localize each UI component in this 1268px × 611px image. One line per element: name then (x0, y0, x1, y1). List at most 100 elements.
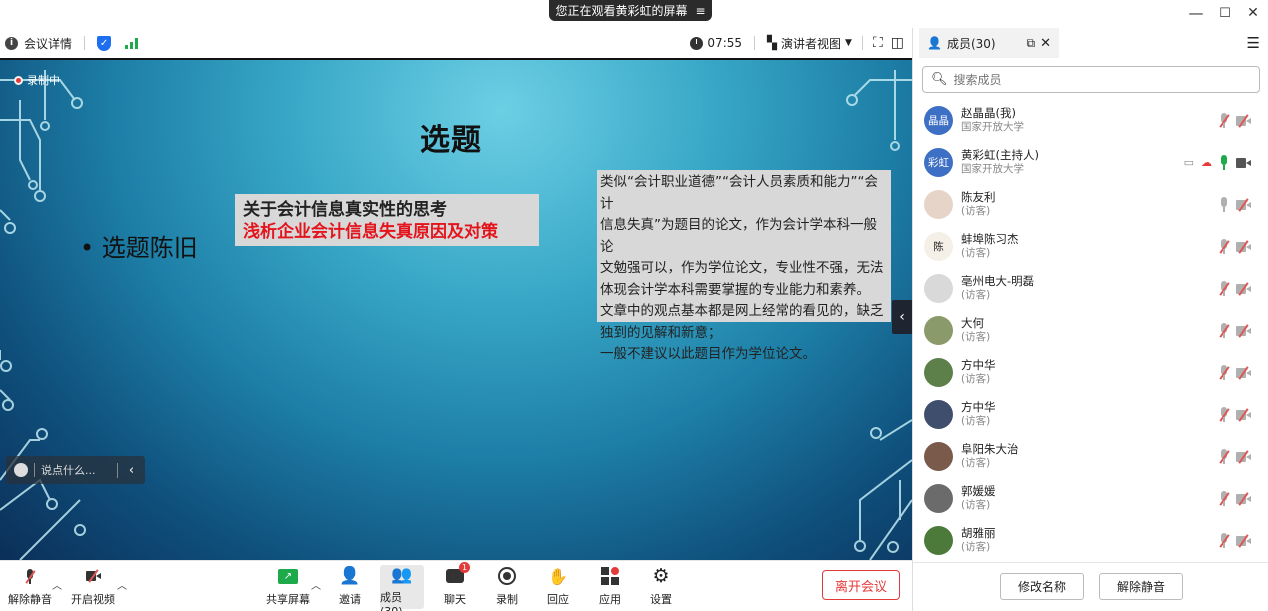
screen-share-icon: ▭ (1183, 156, 1194, 169)
collapse-panel-button[interactable]: ‹ (892, 300, 912, 334)
collapse-chat-icon[interactable]: ‹ (117, 462, 145, 478)
mic-muted-icon[interactable] (1219, 533, 1230, 548)
info-icon[interactable]: i (5, 36, 18, 50)
member-org: 国家开放大学 (961, 163, 1024, 175)
mic-muted-icon[interactable] (1219, 407, 1230, 422)
settings-button[interactable]: ⚙ 设置 (646, 565, 676, 609)
shared-screen: 录制中 选题 • 选题陈旧 关于会计信息真实性的思考 浅析企业会计信息失真原因及… (0, 58, 912, 560)
panel-footer: 修改名称 解除静音 (913, 562, 1268, 611)
chat-icon: 1 (444, 562, 470, 587)
avatar (924, 400, 953, 429)
avatar: 彩虹 (924, 148, 953, 177)
camera-off-icon[interactable] (1236, 533, 1251, 548)
member-row[interactable]: 阜阳朱大治 (访客) (913, 436, 1268, 478)
reactions-button[interactable]: ✋ 回应 (543, 565, 573, 609)
camera-off-icon[interactable] (1236, 281, 1251, 296)
slide-example-box: 关于会计信息真实性的思考 浅析企业会计信息失真原因及对策 (235, 194, 539, 246)
member-row[interactable]: 晶晶 赵晶晶(我) 国家开放大学 (913, 100, 1268, 142)
member-name: 亳州电大-明磊 (961, 274, 1035, 288)
camera-off-icon[interactable] (1236, 491, 1251, 506)
maximize-button[interactable]: ☐ (1213, 3, 1237, 23)
reactions-label: 回应 (547, 593, 569, 606)
presentation-slide: 录制中 选题 • 选题陈旧 关于会计信息真实性的思考 浅析企业会计信息失真原因及… (0, 60, 912, 560)
record-label: 录制 (496, 593, 518, 606)
mic-muted-icon[interactable] (1219, 449, 1230, 464)
mic-muted-icon[interactable] (1219, 491, 1230, 506)
member-search-box[interactable]: 🔍︎ (922, 66, 1260, 93)
leave-meeting-button[interactable]: 离开会议 (822, 570, 900, 600)
members-tab[interactable]: 👤 成员(30) ⧉ ✕ (919, 28, 1059, 58)
member-row[interactable]: 郭媛媛 (访客) (913, 478, 1268, 520)
member-row[interactable]: 陈 蚌埠陈习杰 (访客) (913, 226, 1268, 268)
member-row[interactable]: 陈友利 (访客) (913, 184, 1268, 226)
example-title-1: 关于会计信息真实性的思考 (243, 200, 447, 220)
start-video-button[interactable]: 开启视频 (70, 565, 116, 609)
mic-icon[interactable] (1219, 155, 1229, 170)
layout-icon[interactable]: ▚ (767, 36, 777, 51)
member-row[interactable]: 方中华 (访客) (913, 394, 1268, 436)
member-search-input[interactable] (953, 72, 1234, 87)
member-name: 方中华 (961, 400, 996, 414)
unmute-button[interactable]: 解除静音 (8, 565, 52, 609)
minimize-button[interactable]: — (1184, 3, 1208, 23)
avatar-text: 彩虹 (928, 157, 949, 169)
avatar-text: 晶晶 (928, 115, 949, 127)
camera-off-icon[interactable] (1236, 113, 1251, 128)
rename-button[interactable]: 修改名称 (1000, 573, 1084, 600)
caret-up-icon[interactable]: ︿ (117, 577, 127, 592)
unmute-all-button[interactable]: 解除静音 (1099, 573, 1183, 600)
camera-off-icon[interactable] (1236, 365, 1251, 380)
camera-off-icon[interactable] (1236, 239, 1251, 254)
member-row[interactable]: 彩虹 黄彩虹(主持人) 国家开放大学 ▭ ☁ (913, 142, 1268, 184)
member-row[interactable]: 胡雅丽 (访客) (913, 520, 1268, 562)
member-info: 胡雅丽 (访客) (961, 526, 996, 554)
chat-input-placeholder[interactable]: 说点什么... (41, 462, 96, 478)
emoji-icon[interactable] (14, 463, 28, 477)
fullscreen-icon[interactable]: ⛶ (873, 35, 883, 51)
avatar: 晶晶 (924, 106, 953, 135)
shield-check-icon[interactable]: ✓ (97, 35, 112, 51)
member-row[interactable]: 大何 (访客) (913, 310, 1268, 352)
mic-muted-icon[interactable] (1219, 323, 1230, 338)
settings-label: 设置 (650, 593, 672, 606)
view-mode-dropdown[interactable]: 演讲者视图 (781, 35, 841, 52)
member-row[interactable]: 方中华 (访客) (913, 352, 1268, 394)
member-row[interactable]: 亳州电大-明磊 (访客) (913, 268, 1268, 310)
camera-off-icon[interactable] (1236, 323, 1251, 338)
mic-muted-icon[interactable] (1219, 365, 1230, 380)
members-button[interactable]: 👥 成员(30) (380, 565, 424, 611)
camera-off-icon[interactable] (1236, 407, 1251, 422)
mic-icon[interactable] (1219, 197, 1229, 212)
mic-muted-icon[interactable] (1219, 281, 1230, 296)
camera-off-icon[interactable] (1236, 449, 1251, 464)
mic-muted-icon[interactable] (1219, 239, 1230, 254)
record-button[interactable]: 录制 (492, 565, 522, 609)
meeting-controls: 解除静音 ︿ 开启视频 ︿ ↗ 共享屏幕 ︿ 👤 邀请 👥 成员(30) (0, 560, 912, 611)
invite-button[interactable]: 👤 邀请 (333, 565, 367, 609)
close-button[interactable]: ✕ (1241, 3, 1265, 23)
popout-icon[interactable]: ⧉ (1027, 36, 1036, 51)
meeting-details-link[interactable]: 会议详情 (24, 35, 72, 52)
chat-button[interactable]: 1 聊天 (440, 562, 470, 609)
slide-comment-box: 类似“会计职业道德”“会计人员素质和能力”“会计 信息失真”为题目的论文，作为会… (597, 170, 891, 362)
member-status-icons: ▭ ☁ (1184, 155, 1251, 170)
camera-icon[interactable] (1236, 157, 1251, 168)
signal-strength-icon[interactable] (125, 37, 139, 49)
comment-line: 文勉强可以，作为学位论文，专业性不强，无法 (600, 260, 884, 276)
close-panel-icon[interactable]: ✕ (1040, 36, 1051, 51)
share-screen-button[interactable]: ↗ 共享屏幕 (265, 565, 311, 609)
quick-chat-bar[interactable]: 说点什么... ‹ (6, 456, 145, 484)
member-name: 蚌埠陈习杰 (961, 232, 1019, 246)
camera-off-icon[interactable] (1236, 197, 1251, 212)
side-panel-toggle-icon[interactable]: ◫ (891, 35, 904, 51)
apps-label: 应用 (599, 593, 621, 606)
mic-muted-icon[interactable] (1219, 113, 1230, 128)
caret-up-icon[interactable]: ︿ (52, 577, 62, 592)
caret-up-icon[interactable]: ︿ (311, 577, 321, 592)
gear-icon: ⚙ (652, 565, 670, 587)
viewing-banner[interactable]: 您正在观看黄彩虹的屏幕 ≡ (549, 0, 712, 21)
member-org: (访客) (961, 415, 991, 427)
panel-menu-icon[interactable]: ☰ (1247, 34, 1260, 52)
caret-down-icon[interactable]: ▼ (845, 38, 852, 48)
apps-button[interactable]: 应用 (595, 565, 625, 609)
